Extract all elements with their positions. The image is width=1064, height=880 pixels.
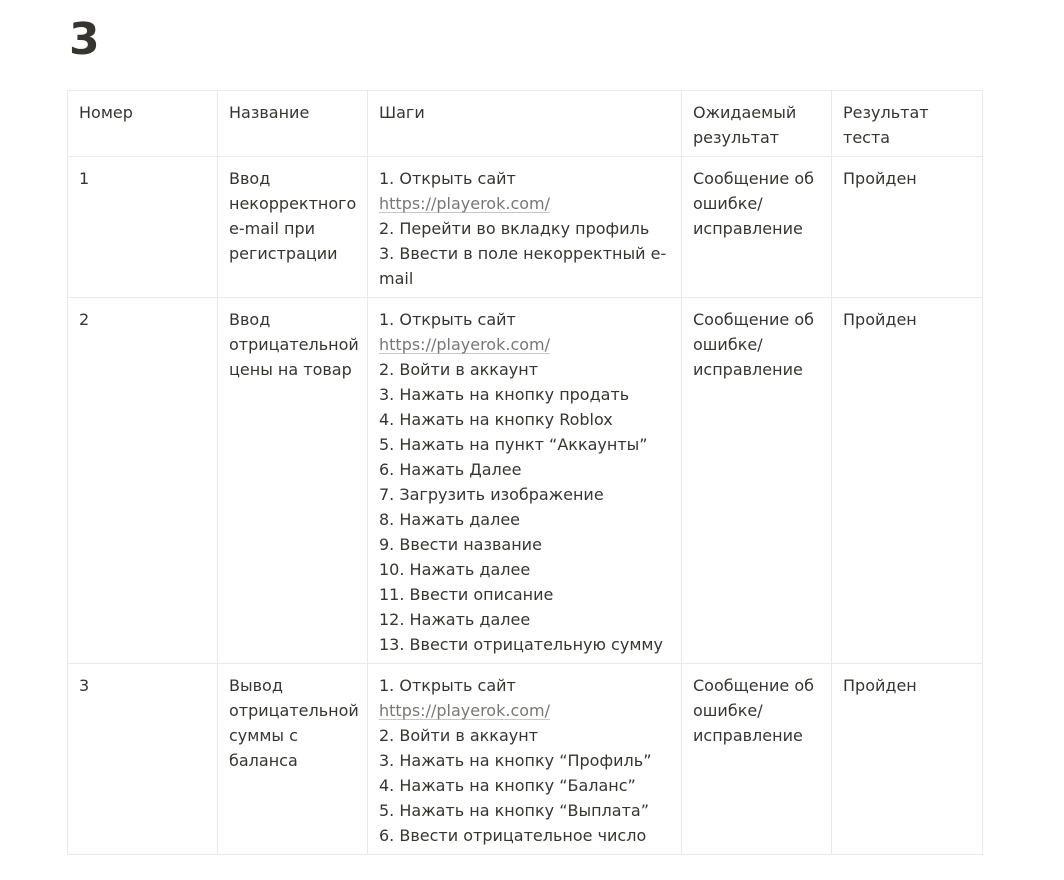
table-row: 2 Ввод отрицательной цены на товар 1. От…: [67, 297, 983, 664]
step-item: 3. Нажать на кнопку продать: [379, 385, 630, 404]
step-item: 1. Открыть сайт: [379, 310, 516, 329]
step-item: 12. Нажать далее: [379, 610, 531, 629]
cell-number: 2: [67, 297, 218, 664]
header-number: Номер: [67, 90, 218, 157]
cell-number: 3: [67, 663, 218, 855]
step-item: 7. Загрузить изображение: [379, 485, 604, 504]
cell-steps: 1. Открыть сайт https://playerok.com/ 2.…: [367, 156, 682, 298]
cell-result: Пройден: [831, 297, 983, 664]
table-row: 1 Ввод некорректного e-mail при регистра…: [67, 156, 983, 298]
test-cases-table: Номер Название Шаги Ожидаемый результат …: [67, 90, 983, 855]
step-item: 3. Ввести в поле некорректный e-mail: [379, 244, 667, 288]
cell-result: Пройден: [831, 663, 983, 855]
step-item: 2. Войти в аккаунт: [379, 360, 539, 379]
table-row: 3 Вывод отрицательной суммы с баланса 1.…: [67, 663, 983, 855]
cell-name: Ввод некорректного e-mail при регистраци…: [217, 156, 368, 298]
step-item: 2. Войти в аккаунт: [379, 726, 539, 745]
site-link[interactable]: https://playerok.com/: [379, 335, 550, 354]
site-link[interactable]: https://playerok.com/: [379, 194, 550, 213]
cell-steps: 1. Открыть сайт https://playerok.com/ 2.…: [367, 297, 682, 664]
header-expected: Ожидаемый результат: [681, 90, 832, 157]
step-item: 1. Открыть сайт: [379, 169, 516, 188]
header-steps: Шаги: [367, 90, 682, 157]
cell-expected: Сообщение об ошибке/исправление: [681, 156, 832, 298]
step-item: 8. Нажать далее: [379, 510, 521, 529]
cell-name: Вывод отрицательной суммы с баланса: [217, 663, 368, 855]
step-item: 1. Открыть сайт: [379, 676, 516, 695]
step-item: 13. Ввести отрицательную сумму: [379, 635, 663, 654]
step-item: 3. Нажать на кнопку “Профиль”: [379, 751, 652, 770]
cell-result: Пройден: [831, 156, 983, 298]
header-name: Название: [217, 90, 368, 157]
cell-steps: 1. Открыть сайт https://playerok.com/ 2.…: [367, 663, 682, 855]
step-item: 5. Нажать на пункт “Аккаунты”: [379, 435, 648, 454]
step-item: 4. Нажать на кнопку “Баланс”: [379, 776, 636, 795]
table-header-row: Номер Название Шаги Ожидаемый результат …: [67, 90, 983, 157]
step-item: https://playerok.com/: [379, 698, 671, 723]
cell-expected: Сообщение об ошибке/исправление: [681, 297, 832, 664]
step-item: https://playerok.com/: [379, 332, 671, 357]
step-item: 6. Нажать Далее: [379, 460, 522, 479]
step-item: 4. Нажать на кнопку Roblox: [379, 410, 613, 429]
step-item: 2. Перейти во вкладку профиль: [379, 219, 650, 238]
cell-number: 1: [67, 156, 218, 298]
step-item: https://playerok.com/: [379, 191, 671, 216]
cell-expected: Сообщение об ошибке/исправление: [681, 663, 832, 855]
step-item: 9. Ввести название: [379, 535, 542, 554]
step-item: 10. Нажать далее: [379, 560, 531, 579]
site-link[interactable]: https://playerok.com/: [379, 701, 550, 720]
step-item: 11. Ввести описание: [379, 585, 554, 604]
step-item: 6. Ввести отрицательное число: [379, 826, 647, 845]
header-result: Результат теста: [831, 90, 983, 157]
step-item: 5. Нажать на кнопку “Выплата”: [379, 801, 649, 820]
page-title: 3: [69, 14, 100, 65]
cell-name: Ввод отрицательной цены на товар: [217, 297, 368, 664]
